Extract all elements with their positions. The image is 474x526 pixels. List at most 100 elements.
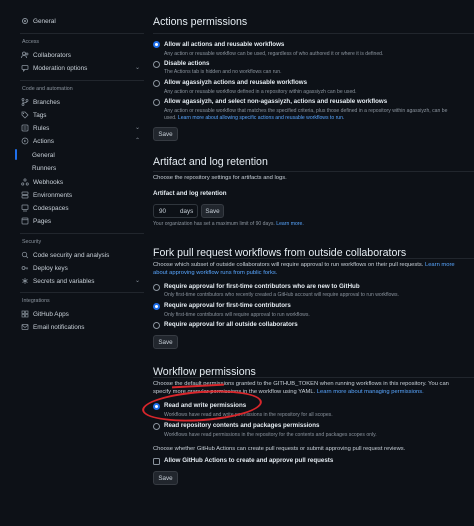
sidebar-heading-code: Code and automation (22, 86, 73, 92)
sidebar-item-label: Pages (33, 217, 52, 225)
sidebar-item-moderation[interactable]: Moderation options ⌄ (20, 62, 144, 74)
radio-allow-select-actions[interactable] (153, 99, 160, 106)
sidebar-item-environments[interactable]: Environments (20, 189, 144, 201)
sidebar-item-tags[interactable]: Tags (20, 109, 144, 121)
section-description: Choose the repository settings for artif… (153, 175, 287, 181)
sidebar-item-label: Environments (33, 191, 73, 199)
sidebar-item-actions[interactable]: Actions ⌃ (20, 135, 144, 147)
learn-more-link[interactable]: Learn more. (276, 221, 303, 227)
rules-icon (20, 124, 29, 133)
sidebar-item-label: Branches (33, 98, 60, 106)
divider (153, 171, 474, 172)
radio-allow-owner-actions[interactable] (153, 80, 160, 87)
sidebar-item-label: Deploy keys (33, 264, 68, 272)
mail-icon (20, 323, 29, 332)
sidebar-item-branches[interactable]: Branches (20, 96, 144, 108)
retention-hint: Your organization has set a maximum limi… (153, 221, 304, 227)
codescan-icon (20, 251, 29, 260)
radio-approval-all-outside[interactable] (153, 322, 160, 329)
option-label: Require approval for first-time contribu… (164, 302, 291, 309)
apps-icon (20, 310, 29, 319)
sidebar-item-label: General (32, 151, 55, 159)
chevron-down-icon: ⌄ (134, 65, 140, 71)
play-icon (20, 137, 29, 146)
radio-disable-actions[interactable] (153, 61, 160, 68)
option-description: Only first-time contributors who recentl… (164, 292, 399, 298)
option-description: Any action or reusable workflow defined … (164, 89, 357, 95)
option-label: Require approval for all outside collabo… (164, 321, 298, 328)
gear-icon (20, 17, 29, 26)
option-description: Only first-time contributors will requir… (164, 312, 310, 318)
sidebar-item-secrets[interactable]: Secrets and variables ⌄ (20, 275, 144, 287)
option-label: Require approval for first-time contribu… (164, 283, 360, 290)
sidebar-item-actions-general[interactable]: General (32, 149, 156, 161)
sidebar-heading-access: Access (22, 39, 40, 45)
sidebar-item-rules[interactable]: Rules ⌄ (20, 122, 144, 134)
people-icon (20, 51, 29, 60)
sidebar-item-codespaces[interactable]: Codespaces (20, 202, 144, 214)
sidebar-item-collaborators[interactable]: Collaborators (20, 49, 144, 61)
learn-more-link[interactable]: Learn more about allowing specific actio… (178, 115, 345, 121)
server-icon (20, 191, 29, 200)
section-title-artifact-retention: Artifact and log retention (153, 156, 268, 168)
sidebar-item-label: Collaborators (33, 51, 72, 59)
option-description: Workflows have read and write permission… (164, 412, 333, 418)
save-workflow-button[interactable]: Save (153, 471, 178, 485)
radio-read-only-permissions[interactable] (153, 423, 160, 430)
branch-icon (20, 98, 29, 107)
chevron-down-icon: ⌄ (134, 125, 140, 131)
sidebar-item-github-apps[interactable]: GitHub Apps (20, 308, 144, 320)
section-description-text: specify more granular permissions in the… (153, 389, 316, 395)
radio-approval-first-time[interactable] (153, 303, 160, 310)
learn-more-link[interactable]: Learn more about managing permissions. (317, 389, 424, 395)
option-label: Allow agassiyzh, and select non-agassiyz… (164, 98, 388, 105)
option-label: Read and write permissions (164, 402, 247, 409)
chevron-down-icon: ⌄ (134, 278, 140, 284)
divider (153, 33, 474, 34)
active-indicator (15, 149, 17, 160)
sidebar-item-label: Moderation options (33, 64, 88, 72)
sidebar-item-label: Secrets and variables (33, 277, 95, 285)
save-retention-button[interactable]: Save (201, 204, 224, 218)
radio-read-write-permissions[interactable] (153, 403, 160, 410)
option-label: Allow agassiyzh actions and reusable wor… (164, 79, 308, 86)
radio-approval-new-to-github[interactable] (153, 284, 160, 291)
save-fork-button[interactable]: Save (153, 335, 178, 349)
sidebar-item-code-security[interactable]: Code security and analysis (20, 249, 144, 261)
save-button[interactable]: Save (153, 127, 178, 141)
learn-more-link[interactable]: Learn more (425, 262, 455, 268)
radio-allow-all-actions[interactable] (153, 41, 160, 48)
sidebar-item-actions-runners[interactable]: Runners (32, 162, 156, 174)
sidebar-item-label: Tags (33, 111, 47, 119)
sidebar-divider (20, 80, 144, 81)
asterisk-icon (20, 277, 29, 286)
settings-main: Actions permissions Allow all actions an… (153, 0, 474, 526)
key-icon (20, 264, 29, 273)
sidebar-item-deploy-keys[interactable]: Deploy keys (20, 262, 144, 274)
sidebar-divider (20, 233, 144, 234)
retention-days-unit: days (180, 207, 194, 215)
pr-permission-description: Choose whether GitHub Actions can create… (153, 446, 406, 452)
option-description: Any action or reusable workflow can be u… (164, 51, 384, 57)
sidebar-item-label: Webhooks (33, 178, 64, 186)
comment-icon (20, 64, 29, 73)
divider (153, 258, 474, 259)
section-description-cont: specify more granular permissions in the… (153, 389, 424, 395)
sidebar-item-webhooks[interactable]: Webhooks (20, 176, 144, 188)
chevron-up-icon: ⌃ (134, 138, 140, 144)
sidebar-item-label: General (33, 17, 56, 25)
sidebar-item-email-notifications[interactable]: Email notifications (20, 321, 144, 333)
webhook-icon (20, 178, 29, 187)
option-description: Any action or reusable workflow that mat… (164, 108, 448, 114)
approving-workflow-runs-link[interactable]: about approving workflow runs from publi… (153, 270, 277, 276)
sidebar-item-label: Codespaces (33, 204, 69, 212)
sidebar-item-label: Actions (33, 137, 54, 145)
sidebar-item-pages[interactable]: Pages (20, 215, 144, 227)
retention-days-value: 90 (159, 207, 167, 215)
section-description: Choose the default permissions granted t… (153, 381, 449, 387)
allow-create-approve-pr-checkbox[interactable] (153, 458, 160, 465)
option-description: The Actions tab is hidden and no workflo… (164, 69, 282, 75)
divider (153, 377, 474, 378)
option-description-cont: used. Learn more about allowing specific… (164, 115, 344, 121)
sidebar-item-general[interactable]: General (20, 15, 144, 27)
